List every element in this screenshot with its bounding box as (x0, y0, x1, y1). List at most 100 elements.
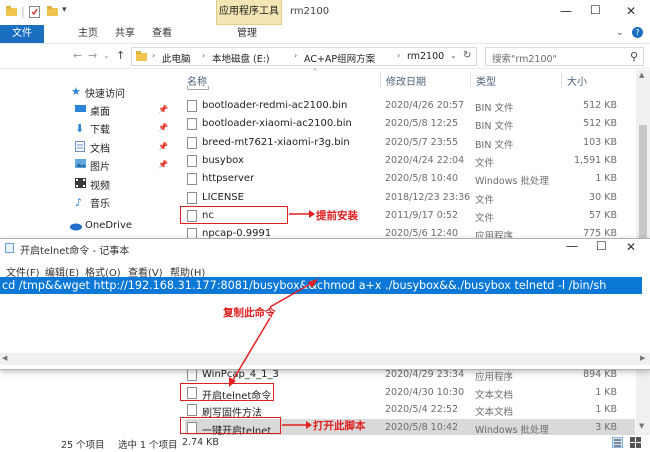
selected-size: 2.74 KB (182, 437, 219, 448)
breadcrumb-rm2100[interactable]: rm2100 (407, 51, 444, 62)
tab-file[interactable]: 文件 (0, 25, 44, 43)
chevron-right-icon: › (152, 51, 156, 60)
breadcrumb-drive-e[interactable]: 本地磁盘 (E:) (212, 51, 270, 65)
selected-count: 选中 1 个项目 (118, 440, 178, 451)
file-type: BIN 文件 (475, 121, 514, 133)
file-date: 2020/5/4 22:52 (385, 404, 459, 415)
file-date: 2020/4/29 23:34 (385, 369, 465, 380)
scroll-left-icon[interactable]: ◀ (2, 354, 7, 362)
file-size: 57 KB (589, 209, 617, 221)
horizontal-scrollbar[interactable]: ◀ ▶ (0, 353, 650, 365)
recent-locations-icon[interactable]: ⌄ (103, 51, 110, 60)
file-type: BIN 文件 (475, 139, 514, 151)
titlebar-divider: | (21, 5, 25, 18)
breadcrumb-this-pc[interactable]: 此电脑 (162, 51, 191, 65)
file-type: 文件 (475, 212, 495, 224)
file-type: Windows 批处理 (475, 176, 549, 188)
onedrive-icon (69, 222, 82, 232)
file-row[interactable]: bootloader-redmi-ac2100.bin 2020/4/26 20:… (185, 97, 635, 115)
notepad-close-button[interactable]: ✕ (626, 240, 636, 254)
arrow-open-script (282, 421, 312, 429)
file-row[interactable]: breed-mt7621-xiaomi-r3g.bin 2020/5/7 23:5… (185, 134, 635, 152)
column-size[interactable]: 大小 (567, 73, 587, 88)
minimize-button[interactable]: — (560, 4, 572, 18)
chevron-right-icon: › (294, 51, 298, 60)
maximize-button[interactable]: ☐ (590, 3, 601, 17)
chevron-right-icon: › (202, 51, 206, 60)
details-view-icon[interactable] (611, 436, 624, 449)
notepad-text-selected[interactable]: cd /tmp&&wget http://192.168.31.177:8081… (0, 277, 642, 294)
search-icon: ⚲ (629, 50, 638, 63)
new-folder-icon[interactable] (47, 6, 58, 17)
help-icon[interactable]: ? (632, 27, 643, 38)
nav-quick-access[interactable]: 快速访问 (85, 85, 125, 100)
nav-item-videos[interactable]: 视频 (90, 177, 110, 192)
file-date: 2020/4/30 10:30 (385, 386, 465, 398)
tab-view[interactable]: 查看 (152, 25, 172, 43)
nav-item-pictures[interactable]: 图片 (90, 158, 110, 173)
file-name: LICENSE (202, 191, 244, 203)
file-size: 512 KB (583, 100, 617, 111)
notepad-title: 开启telnet命令 - 记事本 (20, 246, 130, 257)
file-name: busybox (202, 154, 244, 166)
forward-icon[interactable]: → (88, 49, 97, 62)
close-button[interactable]: ✕ (626, 4, 636, 18)
column-date[interactable]: 修改日期 (386, 73, 426, 88)
column-divider (561, 72, 562, 88)
file-name: httpserver (202, 173, 255, 185)
ribbon-expand-icon[interactable]: ⌄ (616, 28, 624, 38)
nav-item-documents[interactable]: 文档 (90, 140, 110, 155)
file-size: 1 KB (595, 173, 617, 185)
column-divider (380, 72, 381, 88)
large-icons-view-icon[interactable] (630, 437, 641, 448)
back-icon[interactable]: ← (73, 49, 82, 62)
annotation-copy-command: 复制此命令 (223, 307, 276, 319)
nav-item-downloads[interactable]: 下载 (90, 121, 110, 136)
scrollbar-thumb[interactable] (639, 125, 647, 245)
notepad-maximize-button[interactable]: ☐ (596, 239, 607, 253)
file-type: 文件 (475, 194, 495, 206)
scroll-down-icon[interactable]: ▼ (639, 422, 644, 430)
address-bar[interactable]: › 此电脑 › 本地磁盘 (E:) › AC+AP组网方案 › rm2100 ⌄… (131, 47, 477, 66)
file-row[interactable]: busybox 2020/4/24 22:04 文件 1,591 KB (185, 152, 635, 170)
column-type[interactable]: 类型 (476, 73, 496, 88)
pin-icon: 📌 (158, 142, 168, 151)
address-dropdown-icon[interactable]: ⌄ (450, 51, 457, 60)
desktop-icon (75, 104, 86, 114)
nav-onedrive[interactable]: OneDrive (85, 220, 132, 231)
pictures-icon (75, 159, 86, 169)
file-icon (187, 404, 197, 416)
tab-manage[interactable]: 管理 (237, 25, 257, 43)
search-placeholder: 搜索"rm2100" (492, 54, 557, 65)
highlight-telnet-cmd-box (180, 383, 274, 401)
search-input[interactable]: 搜索"rm2100" ⚲ (485, 47, 644, 66)
pin-icon: 📌 (158, 160, 168, 169)
tab-home[interactable]: 主页 (78, 25, 98, 43)
properties-icon[interactable] (29, 6, 40, 18)
file-icon (187, 118, 197, 131)
file-size: 103 KB (583, 136, 617, 148)
file-icon (187, 369, 197, 381)
file-row[interactable]: httpserver 2020/5/8 10:40 Windows 批处理 1 KB (185, 170, 635, 188)
file-date: 2020/5/8 10:42 (385, 421, 459, 433)
notepad-minimize-button[interactable]: — (566, 239, 578, 253)
quick-access-dropdown-icon[interactable]: ▾ (62, 5, 67, 15)
file-size: 1 KB (595, 404, 617, 415)
refresh-icon[interactable]: ↻ (463, 50, 471, 61)
file-name: bootloader-xiaomi-ac2100.bin (202, 118, 352, 130)
folder-icon (136, 51, 147, 64)
file-row[interactable]: bootloader-xiaomi-ac2100.bin 2020/5/8 12:… (185, 115, 635, 133)
tab-share[interactable]: 共享 (115, 25, 135, 43)
file-row[interactable]: LICENSE 2018/12/23 23:36 文件 30 KB (185, 189, 635, 207)
nav-item-music[interactable]: 音乐 (90, 195, 110, 210)
nav-item-desktop[interactable]: 桌面 (90, 103, 110, 118)
up-icon[interactable]: ↑ (116, 49, 125, 62)
breadcrumb-acap[interactable]: AC+AP组网方案 (304, 51, 375, 65)
file-size: 512 KB (583, 118, 617, 130)
scroll-up-icon[interactable]: ▲ (639, 71, 644, 79)
file-type: 文本文档 (475, 407, 514, 418)
file-icon (187, 100, 197, 112)
scroll-right-icon[interactable]: ▶ (640, 354, 645, 362)
file-size: 1 KB (595, 386, 617, 398)
documents-icon (75, 141, 86, 152)
